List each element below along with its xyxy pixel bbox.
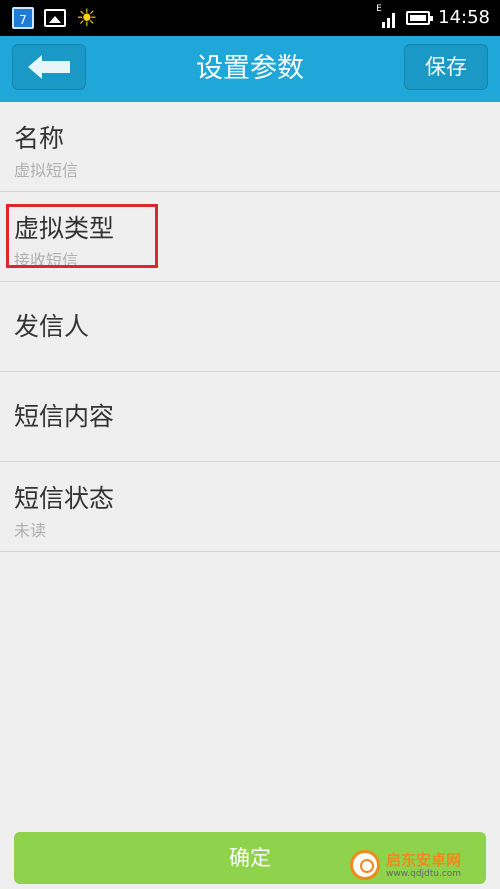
list-item-label: 名称	[14, 124, 65, 153]
list-item-virtual-type[interactable]: 虚拟类型 接收短信	[0, 192, 500, 282]
watermark: 启东安卓网 www.qdjdtu.com	[350, 841, 500, 889]
sun-icon: ☀	[76, 4, 98, 32]
list-item-value: 未读	[14, 521, 47, 540]
image-icon	[44, 9, 66, 27]
highlight-box	[6, 204, 158, 268]
back-button[interactable]	[12, 44, 86, 90]
watermark-logo-icon	[350, 850, 380, 880]
status-time: 14:58	[438, 7, 490, 28]
list-item-value: 虚拟短信	[14, 161, 79, 180]
calendar-day: 7	[19, 13, 27, 27]
status-bar-left: 7 ☀	[12, 6, 98, 30]
network-type: E	[376, 3, 382, 14]
list-item-name[interactable]: 名称 虚拟短信	[0, 102, 500, 192]
battery-icon	[406, 10, 434, 25]
watermark-text: 启东安卓网 www.qdjdtu.com	[386, 851, 461, 880]
list-item-label: 短信内容	[14, 402, 115, 431]
header-bar: 设置参数 保存	[0, 36, 500, 102]
list-item-content[interactable]: 短信内容	[0, 372, 500, 462]
list-item-sender[interactable]: 发信人	[0, 282, 500, 372]
save-button[interactable]: 保存	[404, 44, 488, 90]
list-item-label: 短信状态	[14, 484, 115, 513]
back-arrow-icon	[28, 55, 70, 79]
list-item-status[interactable]: 短信状态 未读	[0, 462, 500, 552]
settings-list: 名称 虚拟短信 虚拟类型 接收短信 发信人 短信内容 短信状态 未读	[0, 102, 500, 552]
watermark-name: 启东安卓网	[386, 850, 462, 869]
status-bar-right: E 14:58	[376, 4, 490, 29]
signal-icon: E	[376, 4, 398, 28]
list-item-label: 发信人	[14, 312, 90, 341]
calendar-icon: 7	[12, 7, 34, 29]
watermark-url: www.qdjdtu.com	[386, 868, 462, 879]
status-bar: 7 ☀ E 14:58	[0, 0, 500, 36]
